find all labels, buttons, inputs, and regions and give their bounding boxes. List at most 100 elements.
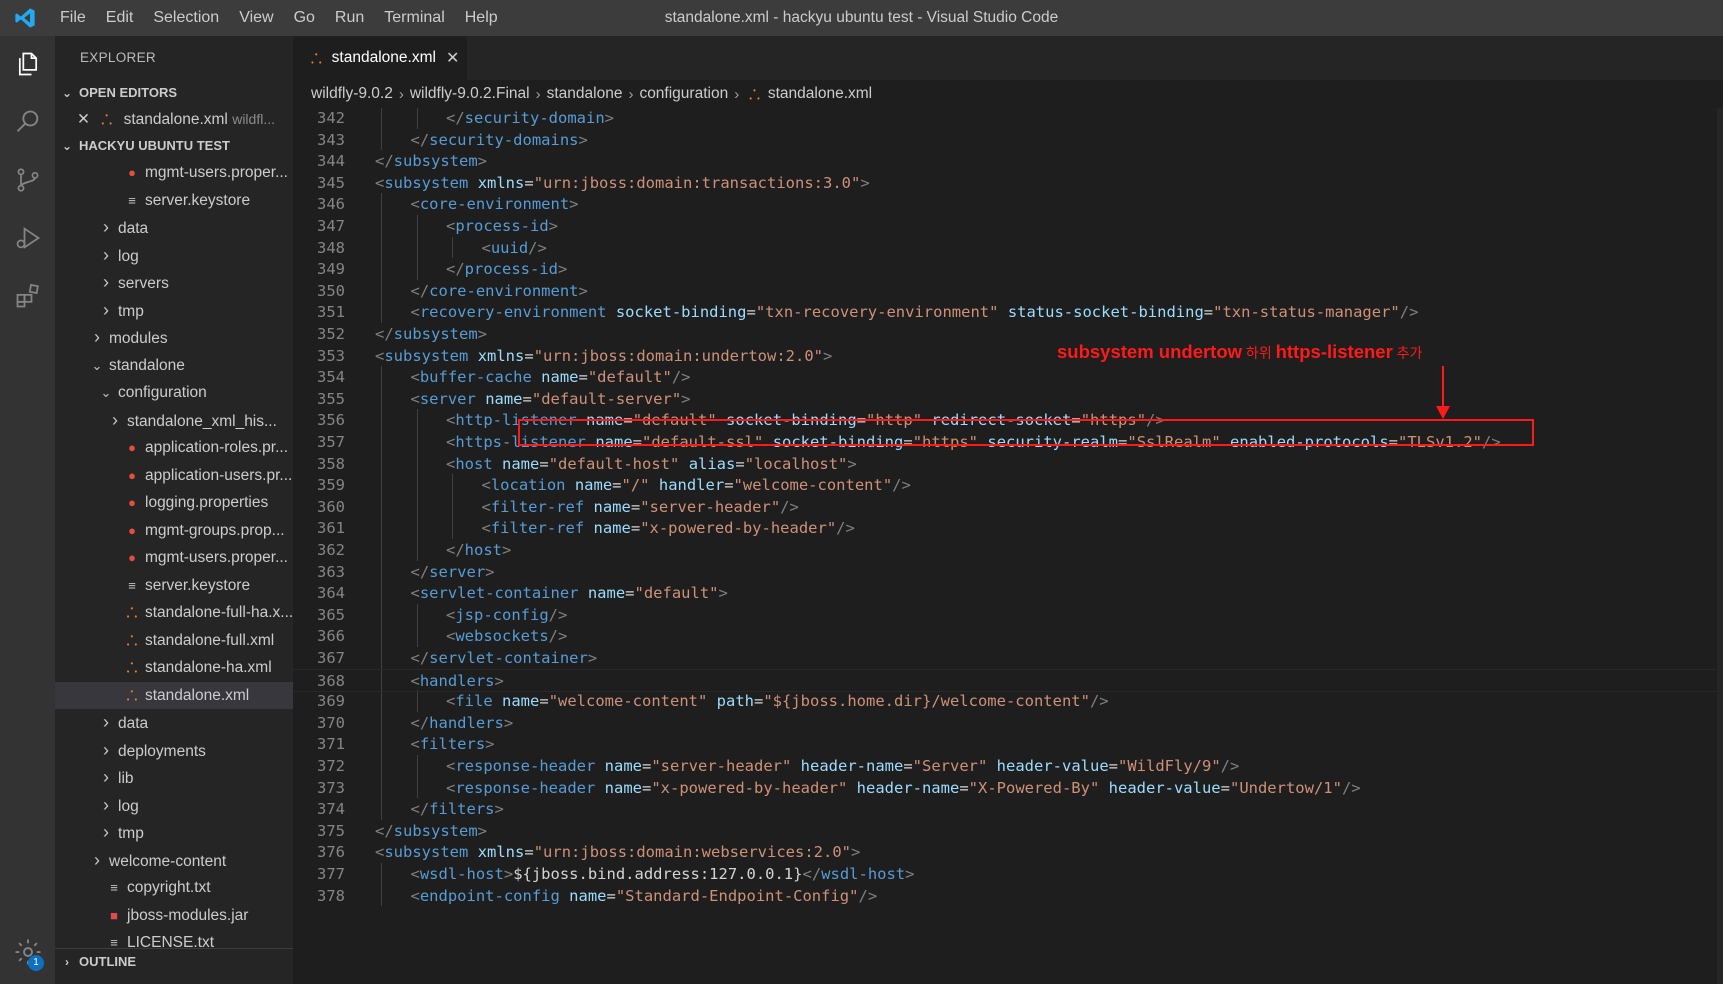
tree-item[interactable]: › deployments	[55, 737, 293, 765]
run-debug-icon[interactable]	[0, 210, 55, 265]
chevron-right-icon: ›	[65, 955, 69, 969]
tree-item[interactable]: ● application-users.pr...	[55, 462, 293, 490]
tree-item[interactable]: ⌄ configuration	[55, 379, 293, 407]
code-text: <host name="default-host" alias="localho…	[446, 454, 857, 473]
tree-item[interactable]: ● application-roles.pr...	[55, 434, 293, 462]
tree-item[interactable]: › log	[55, 792, 293, 820]
chevron-right-icon: ›	[112, 409, 118, 430]
tree-item-label: server.keystore	[145, 576, 251, 594]
breadcrumb-item[interactable]: standalone.xml	[768, 85, 872, 103]
line-number: 342	[317, 109, 345, 127]
jar-file-icon: ■	[110, 907, 118, 923]
tree-item[interactable]: › log	[55, 242, 293, 270]
code-line: 378 <endpoint-config name="Standard-Endpo…	[293, 884, 1723, 909]
code-text: <websockets/>	[446, 627, 568, 646]
breadcrumb-item[interactable]: wildfly-9.0.2.Final	[410, 85, 530, 103]
tree-item[interactable]: ■ jboss-modules.jar	[55, 902, 293, 930]
tree-item[interactable]: ● mgmt-users.proper...	[55, 544, 293, 572]
open-editor-item[interactable]: ✕ ⸫ standalone.xml wildfl...	[55, 106, 293, 133]
code-text: <uuid/>	[481, 238, 547, 257]
menu-file[interactable]: File	[50, 0, 96, 36]
tree-item[interactable]: ≡ server.keystore	[55, 572, 293, 600]
code-text: </subsystem>	[375, 152, 488, 171]
indent-guide	[381, 733, 382, 755]
tree-item[interactable]: ● mgmt-groups.prop...	[55, 517, 293, 545]
close-icon[interactable]: ✕	[77, 106, 97, 133]
java-properties-icon: ●	[128, 522, 136, 538]
menu-go[interactable]: Go	[284, 0, 325, 36]
scrollbar[interactable]	[1717, 108, 1723, 984]
line-number: 376	[317, 843, 345, 862]
outline-section[interactable]: › OUTLINE	[55, 948, 293, 975]
java-properties-icon: ●	[128, 165, 136, 180]
code-text: </server>	[410, 562, 495, 581]
breadcrumb: wildfly-9.0.2 › wildfly-9.0.2.Final › standa…	[293, 80, 1723, 108]
tree-item[interactable]: › data	[55, 214, 293, 242]
tree-item[interactable]: ⸫ standalone.xml	[55, 681, 293, 709]
close-icon[interactable]: ✕	[446, 48, 459, 68]
explorer-icon[interactable]	[0, 36, 55, 91]
tree-item[interactable]: › modules	[55, 324, 293, 352]
line-number: 353	[317, 346, 345, 365]
source-control-icon[interactable]	[0, 152, 55, 207]
tree-item[interactable]: ⸫ standalone-full-ha.x...	[55, 599, 293, 627]
menu-terminal[interactable]: Terminal	[374, 0, 454, 36]
menu-edit[interactable]: Edit	[96, 0, 144, 36]
tree-item[interactable]: ● mgmt-users.proper...	[55, 159, 293, 187]
tree-item[interactable]: › tmp	[55, 819, 293, 847]
tree-item[interactable]: ⌄ standalone	[55, 352, 293, 380]
breadcrumb-item[interactable]: standalone	[547, 85, 623, 103]
code-editor[interactable]: 378 <endpoint-config name="Standard-Endpo…	[293, 108, 1723, 984]
tree-item[interactable]: › lib	[55, 764, 293, 792]
tab-standalone-xml[interactable]: ⸫ standalone.xml ✕	[293, 36, 467, 80]
code-text: <endpoint-config name="Standard-Endpoint…	[410, 886, 878, 905]
chevron-down-icon: ⌄	[91, 357, 103, 373]
code-text: <jsp-config/>	[446, 605, 568, 624]
workspace-section[interactable]: ⌄ HACKYU UBUNTU TEST	[55, 133, 293, 159]
indent-guide	[381, 108, 382, 129]
tree-item-label: standalone_xml_his...	[127, 412, 277, 430]
line-number: 350	[317, 281, 345, 300]
code-text: </process-id>	[446, 260, 568, 279]
code-line: 352 </subsystem>	[293, 323, 1723, 347]
tree-item[interactable]: ≡ server.keystore	[55, 187, 293, 215]
code-line: 344 </subsystem>	[293, 150, 1723, 174]
indent-guide	[381, 474, 382, 496]
annotation-text: subsystem undertow 하위 https-listener 추가	[1057, 341, 1423, 362]
tree-item[interactable]: ≡ copyright.txt	[55, 874, 293, 902]
line-number: 364	[317, 584, 345, 603]
open-editors-section[interactable]: ⌄ OPEN EDITORS	[55, 80, 293, 106]
extensions-icon[interactable]	[0, 268, 55, 323]
menu-selection[interactable]: Selection	[143, 0, 229, 36]
line-number: 355	[317, 389, 345, 408]
breadcrumb-item[interactable]: wildfly-9.0.2	[311, 85, 393, 103]
tree-item[interactable]: ● logging.properties	[55, 489, 293, 517]
tree-item[interactable]: › data	[55, 709, 293, 737]
indent-guide	[381, 452, 382, 475]
tree-item[interactable]: ⸫ standalone-ha.xml	[55, 654, 293, 682]
tree-item-label: copyright.txt	[127, 879, 211, 896]
menu-run[interactable]: Run	[325, 0, 374, 36]
code-line: 342 </security-domain>	[293, 108, 1723, 131]
settings-gear-icon[interactable]: 1	[0, 924, 55, 979]
indent-guide	[416, 690, 418, 712]
menu-view[interactable]: View	[229, 0, 283, 36]
tree-item[interactable]: ⸫ standalone-full.xml	[55, 627, 293, 655]
code-text: </host>	[446, 541, 512, 559]
menu-help[interactable]: Help	[455, 0, 508, 36]
open-editor-path: wildfl...	[232, 111, 275, 127]
tree-item[interactable]: › servers	[55, 269, 293, 297]
code-line: 343 </security-domains>	[293, 128, 1723, 153]
code-line: 371 <filters>	[293, 733, 1723, 757]
tree-item[interactable]: › welcome-content	[55, 847, 293, 875]
breadcrumb-item[interactable]: configuration	[639, 85, 728, 103]
search-icon[interactable]	[0, 94, 55, 149]
tree-item[interactable]: › tmp	[55, 297, 293, 325]
tree-item[interactable]: › standalone_xml_his...	[55, 407, 293, 435]
chevron-right-icon: ›	[628, 85, 634, 103]
line-number: 349	[317, 260, 345, 279]
indent-guide	[416, 603, 418, 626]
line-number: 377	[317, 865, 345, 883]
code-line: 351 <recovery-environment socket-binding=…	[293, 301, 1723, 325]
tree-item-label: mgmt-users.proper...	[145, 549, 288, 566]
